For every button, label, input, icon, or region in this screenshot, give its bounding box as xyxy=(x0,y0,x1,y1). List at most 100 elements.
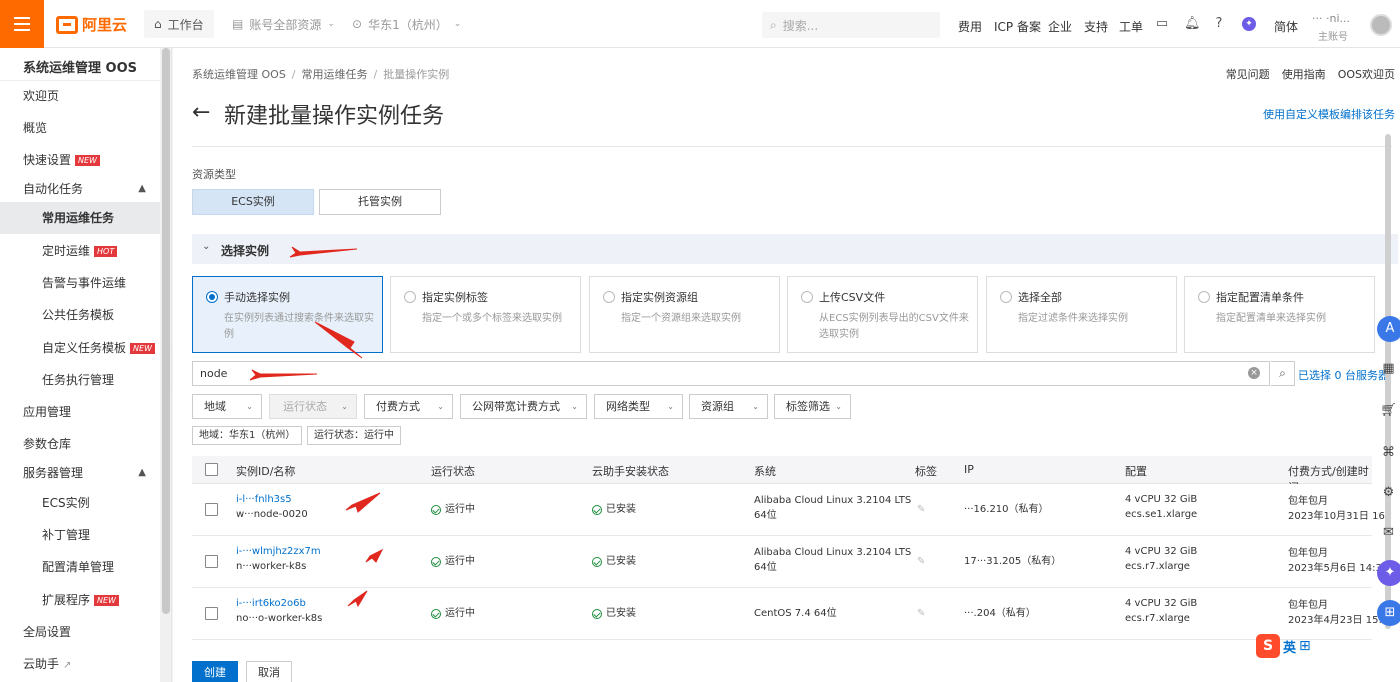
sidebar-item-patch-management[interactable]: 补丁管理 xyxy=(0,519,160,551)
row-checkbox[interactable] xyxy=(205,607,218,620)
resource-type-managed-button[interactable]: 托管实例 xyxy=(319,189,441,215)
instance-id-link[interactable]: i-···irt6ko2o6b xyxy=(236,596,322,611)
icp-link[interactable]: ICP 备案 xyxy=(994,18,1041,35)
sidebar-item-common-ops[interactable]: 常用运维任务 xyxy=(0,202,160,234)
sidebar-item-public-templates[interactable]: 公共任务模板 xyxy=(0,299,160,331)
assistant-icon[interactable]: A xyxy=(1377,316,1400,342)
column-header-tags[interactable]: 标签 xyxy=(915,463,937,479)
radio-button[interactable] xyxy=(603,291,615,303)
sidebar-item-global-settings[interactable]: 全局设置 xyxy=(0,616,160,648)
table-row[interactable]: i-l···fnlh3s5 w···node-0020 运行中 已安装 Alib… xyxy=(192,484,1385,536)
content-scrollbar[interactable] xyxy=(1384,134,1392,634)
column-header-os[interactable]: 系统 xyxy=(754,463,776,479)
grid-icon[interactable]: ▦ xyxy=(1377,354,1400,384)
radio-button[interactable] xyxy=(1000,291,1012,303)
account-scope-selector[interactable]: ▤ 账号全部资源 ⌄ xyxy=(222,10,345,38)
sidebar-item-app-management[interactable]: 应用管理 xyxy=(0,396,160,428)
column-header-spec[interactable]: 配置 xyxy=(1125,463,1147,479)
ai-icon[interactable]: ✦ xyxy=(1377,560,1400,586)
sidebar-item-custom-templates[interactable]: 自定义任务模板 NEW xyxy=(0,332,160,364)
radio-button[interactable] xyxy=(801,291,813,303)
feedback-icon[interactable]: ✉ xyxy=(1377,518,1400,548)
tag-icon[interactable]: ✎ xyxy=(917,502,925,517)
sidebar-item-cloud-assistant[interactable]: 云助手 ↗ xyxy=(0,648,160,680)
create-button[interactable]: 创建 xyxy=(192,661,238,682)
region-filter-dropdown[interactable]: 地域 ⌄ xyxy=(192,394,262,419)
custom-template-link[interactable]: 使用自定义模板编排该任务 xyxy=(1263,106,1395,122)
column-header-id[interactable]: 实例ID/名称 xyxy=(236,463,295,479)
faq-link[interactable]: 常见问题 xyxy=(1226,66,1270,82)
apps-icon[interactable]: ⊞ xyxy=(1377,600,1400,626)
search-button[interactable]: ⌕ xyxy=(1271,361,1295,386)
table-row[interactable]: i-···irt6ko2o6b no···o-worker-k8s 运行中 已安… xyxy=(192,588,1382,640)
instance-search-input[interactable]: node xyxy=(192,361,1270,386)
settings-icon[interactable]: ⚙ xyxy=(1377,478,1400,508)
sidebar-item-parameter-store[interactable]: 参数仓库 xyxy=(0,428,160,460)
radio-button[interactable] xyxy=(404,291,416,303)
sidebar-group-automation[interactable]: 自动化任务 ▲ xyxy=(0,173,160,205)
bell-icon[interactable]: 🔔︎ xyxy=(1184,17,1201,31)
sidebar-scrollbar[interactable] xyxy=(160,48,171,682)
region-selector[interactable]: ⊙ 华东1（杭州） ⌄ xyxy=(342,10,471,38)
tag-icon[interactable]: ✎ xyxy=(917,606,925,621)
radio-button[interactable] xyxy=(206,291,218,303)
payment-filter-dropdown[interactable]: 付费方式 ⌄ xyxy=(364,394,453,419)
ime-language-indicator[interactable]: 英 xyxy=(1283,637,1296,656)
filter-chip-region[interactable]: 地域：华东1（杭州） xyxy=(192,426,303,445)
back-arrow-icon[interactable]: ← xyxy=(192,100,210,125)
menu-toggle-button[interactable] xyxy=(0,0,44,48)
table-row[interactable]: i-···wlmjhz2zx7m n···worker-k8s 运行中 已安装 … xyxy=(192,536,1382,588)
resource-type-ecs-button[interactable]: ECS实例 xyxy=(192,189,314,215)
cart-icon[interactable]: 🛒︎ xyxy=(1377,396,1400,426)
row-checkbox[interactable] xyxy=(205,555,218,568)
select-all-checkbox[interactable] xyxy=(205,463,218,476)
avatar[interactable] xyxy=(1370,14,1392,36)
ime-toolbar[interactable]: S 英 ⊞ xyxy=(1256,634,1311,658)
filter-chip-status[interactable]: 运行状态：运行中 xyxy=(307,426,401,445)
billing-link[interactable]: 费用 xyxy=(958,18,982,35)
enterprise-link[interactable]: 企业 xyxy=(1048,18,1072,35)
ticket-link[interactable]: 工单 xyxy=(1119,18,1143,35)
support-link[interactable]: 支持 xyxy=(1084,18,1108,35)
guide-link[interactable]: 使用指南 xyxy=(1282,66,1326,82)
breadcrumb-item-common-ops[interactable]: 常用运维任务 xyxy=(302,68,368,81)
mode-upload-csv[interactable]: 上传CSV文件 从ECS实例列表导出的CSV文件来选取实例 xyxy=(787,276,978,353)
resource-group-filter-dropdown[interactable]: 资源组 ⌄ xyxy=(689,394,768,419)
select-instance-section-header[interactable]: ⌄ 选择实例 xyxy=(192,234,1398,264)
code-icon[interactable]: ⌘ xyxy=(1377,438,1400,468)
row-checkbox[interactable] xyxy=(205,503,218,516)
scrollbar-thumb[interactable] xyxy=(162,48,170,614)
sidebar-group-server-management[interactable]: 服务器管理 ▲ xyxy=(0,457,160,489)
sidebar-item-execution-management[interactable]: 任务执行管理 xyxy=(0,364,160,396)
language-switch[interactable]: 简体 xyxy=(1274,18,1298,35)
tag-filter-dropdown[interactable]: 标签筛选 ⌄ xyxy=(774,394,851,419)
sidebar-item-quick-setup[interactable]: 快速设置 NEW xyxy=(0,144,160,176)
sidebar-item-scheduled-ops[interactable]: 定时运维 HOT xyxy=(0,235,160,267)
column-header-agent[interactable]: 云助手安装状态 xyxy=(592,463,669,479)
bandwidth-billing-filter-dropdown[interactable]: 公网带宽计费方式 ⌄ xyxy=(460,394,587,419)
tag-icon[interactable]: ✎ xyxy=(917,554,925,569)
sidebar-item-overview[interactable]: 概览 xyxy=(0,112,160,144)
sidebar-item-ecs-instances[interactable]: ECS实例 xyxy=(0,487,160,519)
sidebar-item-welcome[interactable]: 欢迎页 xyxy=(0,80,160,112)
help-icon[interactable]: ? xyxy=(1212,17,1226,31)
workbench-button[interactable]: ⌂ 工作台 xyxy=(144,10,214,38)
ai-assistant-icon[interactable]: ✦ xyxy=(1242,17,1256,31)
user-name[interactable]: ··· ·ni... xyxy=(1312,12,1350,25)
breadcrumb-item-oos[interactable]: 系统运维管理 OOS xyxy=(192,68,286,81)
terminal-icon[interactable]: ▭ xyxy=(1155,17,1169,31)
instance-id-link[interactable]: i-···wlmjhz2zx7m xyxy=(236,544,321,559)
mode-by-inventory[interactable]: 指定配置清单条件 指定配置清单来选择实例 xyxy=(1184,276,1375,353)
mode-by-tag[interactable]: 指定实例标签 指定一个或多个标签来选取实例 xyxy=(390,276,581,353)
clear-icon[interactable]: × xyxy=(1248,367,1260,379)
network-type-filter-dropdown[interactable]: 网络类型 ⌄ xyxy=(594,394,683,419)
oos-welcome-link[interactable]: OOS欢迎页 xyxy=(1338,66,1395,82)
global-search-input[interactable]: ⌕ 搜索... xyxy=(762,12,940,38)
radio-button[interactable] xyxy=(1198,291,1210,303)
instance-id-link[interactable]: i-l···fnlh3s5 xyxy=(236,492,308,507)
sidebar-item-alert-event-ops[interactable]: 告警与事件运维 xyxy=(0,267,160,299)
mode-manual-select[interactable]: 手动选择实例 在实例列表通过搜索条件来选取实例 xyxy=(192,276,383,353)
column-header-status[interactable]: 运行状态 xyxy=(431,463,475,479)
mode-select-all[interactable]: 选择全部 指定过滤条件来选择实例 xyxy=(986,276,1177,353)
mode-by-resource-group[interactable]: 指定实例资源组 指定一个资源组来选取实例 xyxy=(589,276,780,353)
